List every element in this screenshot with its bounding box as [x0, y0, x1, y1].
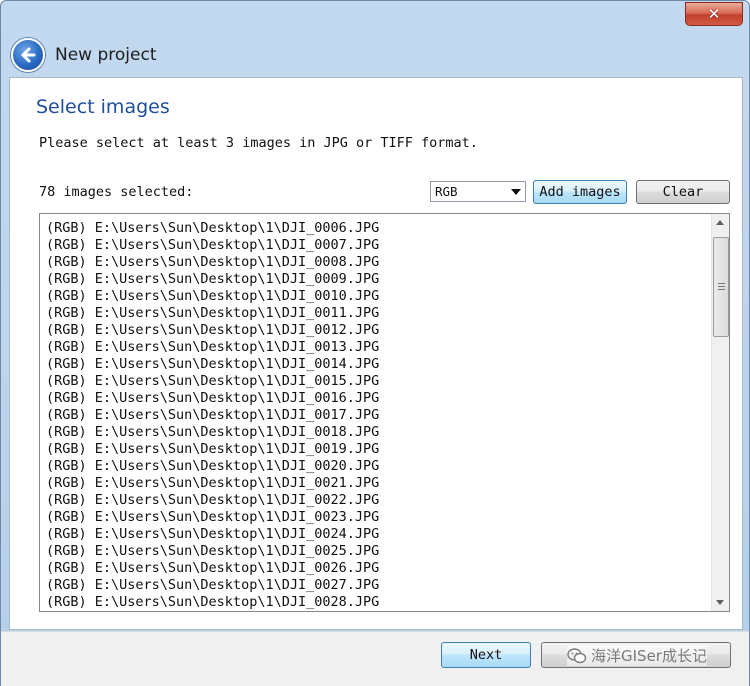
images-selected-count: 78 images selected:	[39, 184, 194, 200]
clear-button[interactable]: Clear	[636, 180, 730, 204]
window-title: New project	[55, 45, 157, 65]
list-item[interactable]: (RGB) E:\Users\Sun\Desktop\1\DJI_0021.JP…	[46, 475, 379, 492]
list-item[interactable]: (RGB) E:\Users\Sun\Desktop\1\DJI_0009.JP…	[46, 271, 379, 288]
list-item[interactable]: (RGB) E:\Users\Sun\Desktop\1\DJI_0027.JP…	[46, 577, 379, 594]
list-item[interactable]: (RGB) E:\Users\Sun\Desktop\1\DJI_0007.JP…	[46, 237, 379, 254]
list-item[interactable]: (RGB) E:\Users\Sun\Desktop\1\DJI_0025.JP…	[46, 543, 379, 560]
app-window: ✕ New project Select images Please selec…	[0, 0, 750, 686]
list-item[interactable]: (RGB) E:\Users\Sun\Desktop\1\DJI_0028.JP…	[46, 594, 379, 611]
close-icon: ✕	[707, 5, 721, 23]
add-images-button[interactable]: Add images	[533, 180, 627, 204]
scroll-down-arrow-icon[interactable]	[716, 600, 724, 605]
close-button[interactable]: ✕	[685, 2, 743, 26]
page-title: Select images	[36, 96, 170, 118]
color-mode-select[interactable]: RGB	[430, 181, 526, 202]
watermark: 海洋GISer成长记	[567, 645, 707, 666]
watermark-text: 海洋GISer成长记	[591, 647, 707, 665]
list-item[interactable]: (RGB) E:\Users\Sun\Desktop\1\DJI_0023.JP…	[46, 509, 379, 526]
list-item[interactable]: (RGB) E:\Users\Sun\Desktop\1\DJI_0006.JP…	[46, 220, 379, 237]
color-mode-value: RGB	[435, 184, 458, 199]
chevron-down-icon[interactable]	[511, 189, 521, 195]
list-item[interactable]: (RGB) E:\Users\Sun\Desktop\1\DJI_0026.JP…	[46, 560, 379, 577]
list-item[interactable]: (RGB) E:\Users\Sun\Desktop\1\DJI_0012.JP…	[46, 322, 379, 339]
back-arrow-icon	[21, 47, 36, 63]
instructions-text: Please select at least 3 images in JPG o…	[39, 135, 478, 151]
list-item[interactable]: (RGB) E:\Users\Sun\Desktop\1\DJI_0017.JP…	[46, 407, 379, 424]
list-item[interactable]: (RGB) E:\Users\Sun\Desktop\1\DJI_0020.JP…	[46, 458, 379, 475]
footer-bar: Next 海洋GISer成长记	[1, 631, 749, 686]
grip-line	[718, 289, 725, 290]
wechat-icon	[567, 647, 587, 663]
list-item[interactable]: (RGB) E:\Users\Sun\Desktop\1\DJI_0018.JP…	[46, 424, 379, 441]
scroll-up-arrow-icon[interactable]	[716, 220, 724, 225]
list-item[interactable]: (RGB) E:\Users\Sun\Desktop\1\DJI_0013.JP…	[46, 339, 379, 356]
image-list-items: (RGB) E:\Users\Sun\Desktop\1\DJI_0006.JP…	[46, 220, 379, 611]
content-panel: Select images Please select at least 3 i…	[9, 77, 743, 630]
list-item[interactable]: (RGB) E:\Users\Sun\Desktop\1\DJI_0011.JP…	[46, 305, 379, 322]
list-item[interactable]: (RGB) E:\Users\Sun\Desktop\1\DJI_0019.JP…	[46, 441, 379, 458]
list-item[interactable]: (RGB) E:\Users\Sun\Desktop\1\DJI_0014.JP…	[46, 356, 379, 373]
next-button[interactable]: Next	[441, 642, 531, 668]
list-item[interactable]: (RGB) E:\Users\Sun\Desktop\1\DJI_0008.JP…	[46, 254, 379, 271]
list-item[interactable]: (RGB) E:\Users\Sun\Desktop\1\DJI_0010.JP…	[46, 288, 379, 305]
vertical-scrollbar[interactable]	[711, 214, 729, 611]
list-item[interactable]: (RGB) E:\Users\Sun\Desktop\1\DJI_0016.JP…	[46, 390, 379, 407]
list-item[interactable]: (RGB) E:\Users\Sun\Desktop\1\DJI_0024.JP…	[46, 526, 379, 543]
image-list[interactable]: (RGB) E:\Users\Sun\Desktop\1\DJI_0006.JP…	[39, 213, 730, 612]
scrollbar-thumb[interactable]	[713, 237, 729, 337]
back-button[interactable]	[11, 38, 45, 72]
grip-line	[718, 283, 725, 284]
list-item[interactable]: (RGB) E:\Users\Sun\Desktop\1\DJI_0015.JP…	[46, 373, 379, 390]
grip-line	[718, 286, 725, 287]
list-item[interactable]: (RGB) E:\Users\Sun\Desktop\1\DJI_0022.JP…	[46, 492, 379, 509]
